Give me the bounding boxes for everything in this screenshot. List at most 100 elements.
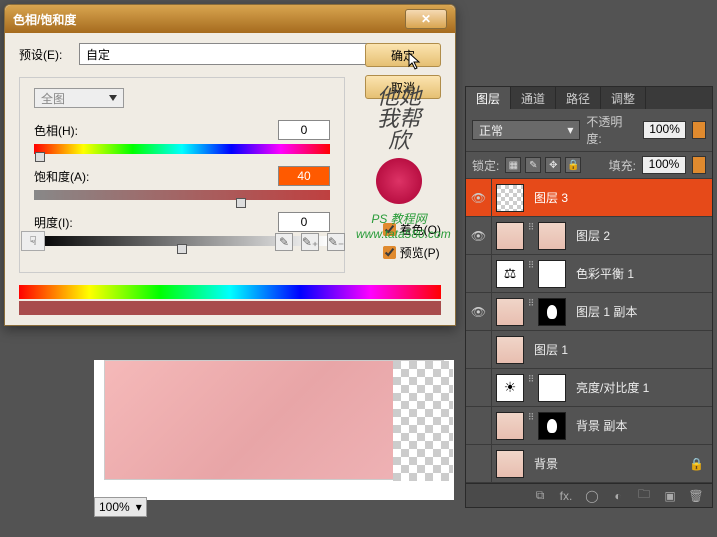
lock-transparency-icon[interactable]: ▦ — [505, 157, 521, 173]
watermark-seal-icon — [376, 158, 422, 204]
close-button[interactable]: ✕ — [405, 9, 447, 29]
layers-list: 👁 图层 3 👁 ⠿ 图层 2 ⚖⠿ 色彩平衡 1 👁 ⠿ 图层 1 副本 图层… — [466, 179, 712, 483]
layer-thumb[interactable] — [496, 412, 524, 440]
preset-label: 预设(E): — [19, 46, 71, 63]
visibility-icon[interactable]: 👁 — [466, 217, 492, 254]
transparency-area — [393, 361, 453, 481]
layer-thumb[interactable] — [496, 222, 524, 250]
dialog-title: 色相/饱和度 — [13, 11, 76, 28]
eyedropper-add-icon[interactable]: ✎₊ — [301, 233, 319, 251]
blend-mode-value: 正常 — [479, 122, 503, 139]
opacity-input[interactable]: 100% — [643, 121, 686, 139]
visibility-icon[interactable]: 👁 — [466, 179, 492, 216]
saturation-input[interactable] — [278, 166, 330, 186]
opacity-slider-toggle[interactable] — [692, 121, 706, 139]
eyedropper-icon[interactable]: ✎ — [275, 233, 293, 251]
saturation-slider[interactable] — [34, 190, 330, 200]
link-layers-icon[interactable]: ⧉ — [532, 488, 548, 503]
mask-icon[interactable]: ◯ — [584, 489, 600, 503]
adjustment-icon[interactable]: ☀ — [496, 374, 524, 402]
layer-name[interactable]: 背景 副本 — [570, 417, 627, 434]
layer-row[interactable]: ☀⠿ 亮度/对比度 1 — [466, 369, 712, 407]
visibility-icon[interactable] — [466, 445, 492, 482]
hue-input[interactable] — [278, 120, 330, 140]
ok-label: 确定 — [391, 47, 415, 64]
layer-name[interactable]: 图层 1 副本 — [570, 303, 637, 320]
layer-name[interactable]: 背景 — [528, 455, 558, 472]
layer-row[interactable]: 👁 ⠿ 图层 1 副本 — [466, 293, 712, 331]
saturation-handle[interactable] — [236, 198, 246, 208]
lock-all-icon[interactable]: 🔒 — [565, 157, 581, 173]
layer-thumb[interactable] — [496, 298, 524, 326]
layer-mask-thumb[interactable] — [538, 412, 566, 440]
layer-thumb[interactable] — [496, 450, 524, 478]
scrubby-slider-icon[interactable]: ☟ — [21, 231, 45, 251]
tab-layers[interactable]: 图层 — [466, 87, 511, 109]
group-icon[interactable]: 🗀 — [636, 485, 652, 506]
blend-mode-combo[interactable]: 正常 ▾ — [472, 120, 580, 140]
visibility-icon[interactable] — [466, 407, 492, 444]
layer-name[interactable]: 图层 3 — [528, 189, 568, 206]
preview-check[interactable] — [383, 246, 396, 259]
layer-thumb[interactable] — [496, 336, 524, 364]
watermark-url-2: www.tata580.com — [356, 227, 442, 241]
lock-label: 锁定: — [472, 157, 499, 174]
zoom-dropdown-icon[interactable]: ▾ — [136, 500, 142, 514]
visibility-icon[interactable]: 👁 — [466, 293, 492, 330]
layer-thumb[interactable] — [496, 184, 524, 212]
panel-tabs: 图层 通道 路径 调整 — [466, 87, 712, 109]
watermark-text-3: 欣 — [356, 130, 442, 152]
preview-label: 预览(P) — [400, 244, 440, 261]
layer-row[interactable]: 👁 图层 3 — [466, 179, 712, 217]
layer-name[interactable]: 亮度/对比度 1 — [570, 379, 649, 396]
layer-row[interactable]: 图层 1 — [466, 331, 712, 369]
watermark-text-1: 他她 — [356, 86, 442, 108]
visibility-icon[interactable] — [466, 369, 492, 406]
eyedropper-subtract-icon[interactable]: ✎₋ — [327, 233, 345, 251]
spectrum-top — [19, 285, 441, 299]
link-icon: ⠿ — [526, 222, 536, 250]
lock-position-icon[interactable]: ✥ — [545, 157, 561, 173]
fx-icon[interactable]: fx. — [558, 489, 574, 503]
channel-combo[interactable]: 全图 — [34, 88, 124, 108]
layer-name[interactable]: 色彩平衡 1 — [570, 265, 634, 282]
lock-pixels-icon[interactable]: ✎ — [525, 157, 541, 173]
adjustment-icon[interactable]: ⚖ — [496, 260, 524, 288]
spectrum-bottom — [19, 301, 441, 315]
lightness-input[interactable] — [278, 212, 330, 232]
hue-slider[interactable] — [34, 144, 330, 154]
tab-paths[interactable]: 路径 — [556, 87, 601, 109]
tab-adjust[interactable]: 调整 — [601, 87, 646, 109]
layer-name[interactable]: 图层 2 — [570, 227, 610, 244]
layer-row[interactable]: ⠿ 背景 副本 — [466, 407, 712, 445]
fill-input[interactable]: 100% — [642, 156, 686, 174]
visibility-icon[interactable] — [466, 331, 492, 368]
hue-label: 色相(H): — [34, 122, 78, 139]
link-icon: ⠿ — [526, 260, 536, 288]
layer-mask-thumb[interactable] — [538, 374, 566, 402]
layer-mask-thumb[interactable] — [538, 298, 566, 326]
lock-icon: 🔒 — [689, 457, 704, 471]
visibility-icon[interactable] — [466, 255, 492, 292]
fill-slider-toggle[interactable] — [692, 156, 706, 174]
lightness-handle[interactable] — [177, 244, 187, 254]
preview-checkbox[interactable]: 预览(P) — [383, 244, 441, 261]
layer-row[interactable]: 背景 🔒 — [466, 445, 712, 483]
layer-row[interactable]: ⚖⠿ 色彩平衡 1 — [466, 255, 712, 293]
new-layer-icon[interactable]: ▣ — [662, 489, 678, 503]
layer-row[interactable]: 👁 ⠿ 图层 2 — [466, 217, 712, 255]
layer-mask-thumb[interactable] — [538, 222, 566, 250]
delete-layer-icon[interactable]: 🗑 — [688, 489, 704, 503]
adjustment-layer-icon[interactable]: ◐ — [610, 489, 626, 503]
hue-handle[interactable] — [35, 152, 45, 162]
chevron-down-icon: ▾ — [567, 123, 573, 137]
ok-button[interactable]: 确定 — [365, 43, 441, 67]
chevron-down-icon — [109, 95, 117, 101]
tab-channels[interactable]: 通道 — [511, 87, 556, 109]
dialog-titlebar[interactable]: 色相/饱和度 ✕ — [5, 5, 455, 33]
layer-name[interactable]: 图层 1 — [528, 341, 568, 358]
document-canvas[interactable] — [94, 360, 454, 500]
layer-mask-thumb[interactable] — [538, 260, 566, 288]
canvas-status-bar: 100% ▾ — [94, 497, 147, 517]
zoom-level[interactable]: 100% — [99, 500, 130, 514]
